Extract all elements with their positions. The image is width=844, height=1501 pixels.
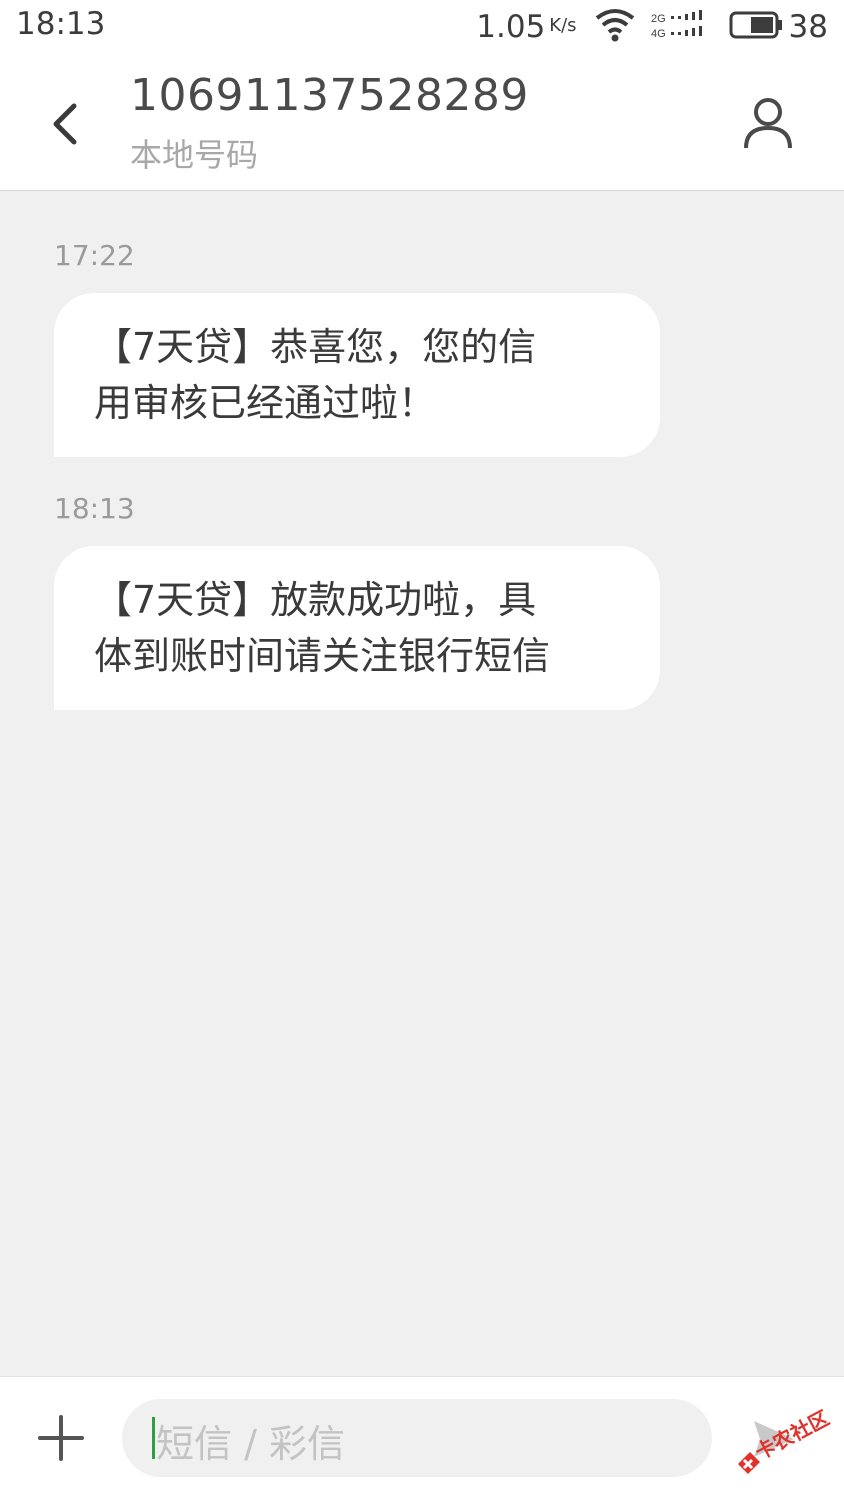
contact-subtitle: 本地号码 (130, 136, 259, 174)
person-icon (744, 98, 792, 149)
network-speed-unit: K/s (549, 14, 577, 36)
add-attachment-button[interactable] (36, 1413, 86, 1463)
chevron-left-icon (53, 103, 77, 145)
contact-button[interactable] (738, 92, 798, 152)
svg-text:4G: 4G (651, 28, 666, 40)
message-line: 【7天贷】放款成功啦，具 (94, 578, 537, 622)
contact-number: 10691137528289 (130, 70, 529, 121)
message-bubble[interactable]: 【7天贷】放款成功啦，具 体到账时间请关注银行短信 (54, 546, 660, 710)
battery-icon (729, 11, 783, 43)
network-speed: 1.05 (476, 9, 546, 45)
message-line: 用审核已经通过啦！ (94, 381, 437, 425)
signal-icon: 2G 4G (651, 10, 713, 44)
plus-icon (38, 1415, 84, 1461)
message-timestamp: 18:13 (54, 492, 135, 525)
svg-text:卡农社区: 卡农社区 (751, 1406, 833, 1465)
message-bubble[interactable]: 【7天贷】恭喜您，您的信 用审核已经通过啦！ (54, 293, 660, 457)
message-timestamp: 17:22 (54, 239, 135, 272)
back-button[interactable] (40, 96, 96, 152)
watermark-logo: 卡农社区 (730, 1400, 840, 1482)
message-input[interactable]: 短信 / 彩信 (122, 1399, 712, 1477)
svg-text:2G: 2G (651, 13, 666, 25)
message-thread[interactable]: 17:22 【7天贷】恭喜您，您的信 用审核已经通过啦！ 18:13 【7天贷】… (0, 191, 844, 1376)
battery-level: 38 (788, 9, 828, 45)
status-right-group: 1.05 K/s 2G 4G 38 (476, 6, 828, 48)
message-input-placeholder: 短信 / 彩信 (156, 1422, 345, 1466)
conversation-header: 10691137528289 本地号码 (0, 56, 844, 191)
message-line: 体到账时间请关注银行短信 (94, 634, 551, 678)
wifi-icon (595, 8, 635, 46)
message-line: 【7天贷】恭喜您，您的信 (94, 325, 537, 369)
text-caret (152, 1417, 155, 1459)
status-bar: 18:13 1.05 K/s 2G 4G 38 (0, 0, 844, 56)
message-composer: 短信 / 彩信 (0, 1376, 844, 1501)
status-time: 18:13 (16, 6, 106, 42)
